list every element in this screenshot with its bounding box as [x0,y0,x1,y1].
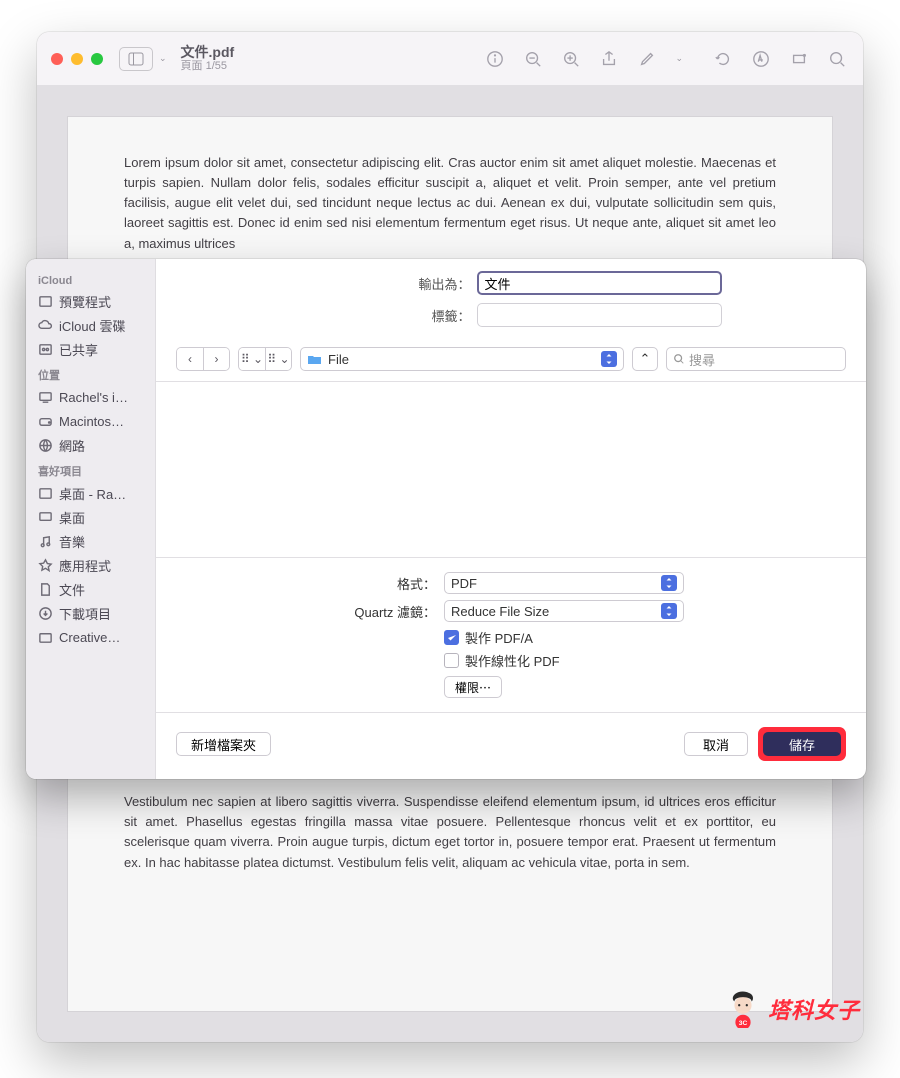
location-popup-button[interactable]: File [300,347,624,371]
collapse-browser-button[interactable]: ⌃ [632,347,658,371]
dialog-sidebar: iCloud 預覽程式 iCloud 雲碟 已共享 位置 Rachel's i…… [26,259,156,779]
tags-label: 標籤： [301,306,471,325]
close-window-button[interactable] [51,53,63,65]
filename-input[interactable] [477,271,722,295]
sidebar-item-documents[interactable]: 文件 [32,577,149,601]
format-select[interactable]: PDF [444,572,684,594]
location-label: File [328,352,349,367]
sidebar-section-header: 位置 [32,361,149,385]
sidebar-section-header: iCloud [32,269,149,289]
highlight-icon[interactable] [635,47,659,71]
sidebar-item-disk[interactable]: Macintos… [32,409,149,433]
svg-text:3C: 3C [739,1020,748,1027]
make-linearized-pdf-checkbox[interactable]: 製作線性化 PDF [444,651,846,670]
sidebar-item-network[interactable]: 網路 [32,433,149,457]
sidebar-item-desktop[interactable]: 桌面 [32,505,149,529]
sidebar-item-downloads[interactable]: 下載項目 [32,601,149,625]
sidebar-item-desktop-icloud[interactable]: 桌面 - Ra… [32,481,149,505]
tags-input[interactable] [477,303,722,327]
nav-back-button[interactable]: ‹ [177,348,203,370]
search-icon[interactable] [825,47,849,71]
titlebar: ⌄ 文件.pdf 頁面 1/55 ⌄ [37,32,863,86]
search-field[interactable]: 搜尋 [666,347,846,371]
toolbar-right: ⌄ [483,47,849,71]
sidebar-item-preview[interactable]: 預覽程式 [32,289,149,313]
minimize-window-button[interactable] [71,53,83,65]
chevron-down-icon: ⌄ [159,53,167,64]
markup-icon[interactable] [749,47,773,71]
traffic-lights [51,53,103,65]
file-browser-area[interactable] [156,382,866,557]
sidebar-item-applications[interactable]: 應用程式 [32,553,149,577]
export-as-label: 輸出為： [301,274,471,293]
nav-forward-button[interactable]: › [203,348,229,370]
sidebar-item-shared[interactable]: 已共享 [32,337,149,361]
cancel-button[interactable]: 取消 [684,732,748,756]
checkbox-checked-icon [444,630,459,645]
checkbox-unchecked-icon [444,653,459,668]
sidebar-item-creative[interactable]: Creative… [32,625,149,649]
info-icon[interactable] [483,47,507,71]
nav-back-forward[interactable]: ‹ › [176,347,230,371]
permissions-button[interactable]: 權限⋯ [444,676,502,698]
crop-icon[interactable] [787,47,811,71]
quartz-filter-select[interactable]: Reduce File Size [444,600,684,622]
zoom-in-icon[interactable] [559,47,583,71]
save-dialog-sheet: iCloud 預覽程式 iCloud 雲碟 已共享 位置 Rachel's i…… [26,259,866,779]
sidebar-item-computer[interactable]: Rachel's i… [32,385,149,409]
search-placeholder: 搜尋 [689,350,715,369]
save-button-highlight: 儲存 [758,727,846,761]
new-folder-button[interactable]: 新增檔案夾 [176,732,271,756]
group-by-button[interactable]: ⠿ ⌄ [265,348,291,370]
document-title: 文件.pdf [181,44,235,60]
sidebar-toggle-button[interactable] [119,47,153,71]
document-title-group: 文件.pdf 頁面 1/55 [181,44,235,73]
chevron-updown-icon [601,351,617,367]
make-pdfa-checkbox[interactable]: 製作 PDF/A [444,628,846,647]
share-icon[interactable] [597,47,621,71]
dialog-main: 輸出為： 標籤： ‹ › ⠿ ⌄ ⠿ ⌄ File ⌃ [156,259,866,779]
icon-view-button[interactable]: ⠿ ⌄ [239,348,265,370]
rotate-icon[interactable] [711,47,735,71]
view-mode-segment[interactable]: ⠿ ⌄ ⠿ ⌄ [238,347,292,371]
zoom-out-icon[interactable] [521,47,545,71]
watermark-text: 塔科女子 [768,993,860,1025]
sidebar-item-music[interactable]: 音樂 [32,529,149,553]
quartz-filter-label: Quartz 濾鏡： [176,602,436,621]
format-label: 格式： [176,574,436,593]
chevron-down-icon: ⌄ [675,53,683,64]
sidebar-section-header: 喜好項目 [32,457,149,481]
document-subtitle: 頁面 1/55 [181,60,235,73]
watermark: 3C 塔科女子 [724,990,860,1028]
save-button[interactable]: 儲存 [763,732,841,756]
sidebar-item-icloud-drive[interactable]: iCloud 雲碟 [32,313,149,337]
zoom-window-button[interactable] [91,53,103,65]
